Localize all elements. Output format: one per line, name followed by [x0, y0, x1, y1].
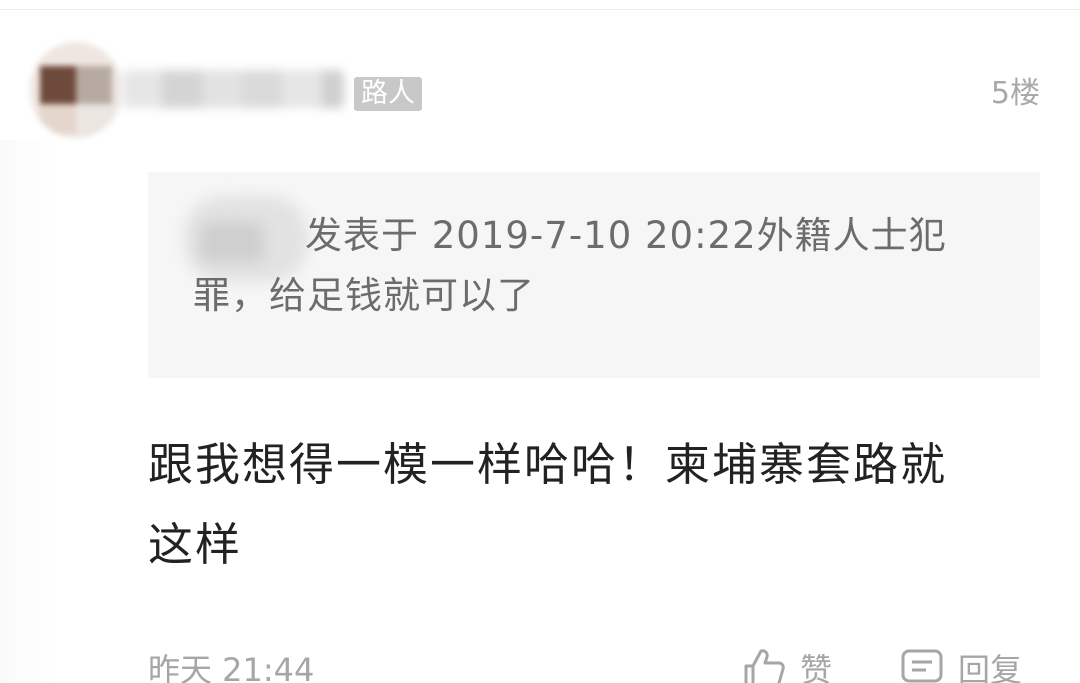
- comment-body: 跟我想得一模一样哈哈！柬埔寨套路就这样: [148, 438, 948, 571]
- divider: [0, 9, 1080, 10]
- like-button[interactable]: 赞: [742, 645, 832, 683]
- comment-time: 昨天 21:44: [148, 651, 315, 683]
- quote-text-container: 发表于 2019-7-10 20:22外籍人士犯罪，给足钱就可以了: [193, 206, 983, 326]
- username-blurred[interactable]: [122, 66, 344, 112]
- user-badge: 路人: [354, 77, 422, 111]
- edge-shade: [0, 140, 60, 683]
- reply-button[interactable]: 回复: [900, 645, 1022, 683]
- quote-text: 发表于 2019-7-10 20:22外籍人士犯罪，给足钱就可以了: [193, 214, 947, 317]
- avatar[interactable]: [30, 42, 122, 138]
- like-label: 赞: [800, 651, 833, 683]
- floor-number: 5楼: [990, 76, 1040, 111]
- comment-screenshot: 路人 5楼 发表于 2019-7-10 20:22外籍人士犯罪，给足钱就可以了 …: [0, 0, 1080, 683]
- comment-icon: [900, 647, 944, 683]
- reply-label: 回复: [958, 651, 1023, 683]
- thumbs-up-icon: [742, 647, 786, 683]
